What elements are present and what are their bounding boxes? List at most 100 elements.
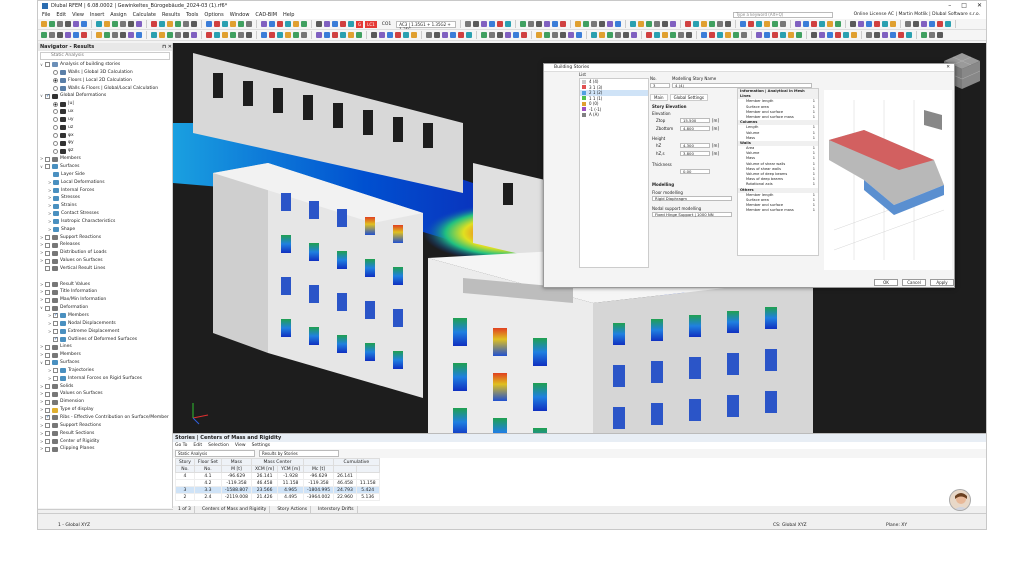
cancel-button[interactable]: Cancel bbox=[902, 279, 926, 286]
toolbar-tool-icon[interactable] bbox=[49, 21, 55, 27]
menu-item-options[interactable]: Options bbox=[204, 12, 223, 18]
nav-item[interactable]: >Members bbox=[38, 351, 172, 359]
toolbar-tool-icon[interactable] bbox=[756, 32, 762, 38]
nav-item[interactable]: > Values on Surfaces bbox=[38, 390, 172, 398]
toolbar-tool-icon[interactable] bbox=[269, 21, 275, 27]
tab-global-settings[interactable]: Global Settings bbox=[669, 94, 708, 101]
toolbar-tool-icon[interactable] bbox=[167, 32, 173, 38]
toolbar-tool-icon[interactable] bbox=[866, 21, 873, 27]
toolbar-tool-icon[interactable] bbox=[356, 32, 362, 38]
toolbar-tool-icon[interactable] bbox=[772, 21, 779, 27]
nav-item[interactable]: > Isotropic Characteristics bbox=[38, 218, 172, 226]
toolbar-tool-icon[interactable] bbox=[112, 32, 118, 38]
toolbar-tool-icon[interactable] bbox=[466, 32, 472, 38]
table-menu-settings[interactable]: Settings bbox=[252, 442, 270, 449]
checkbox[interactable] bbox=[45, 344, 50, 350]
toolbar-tool-icon[interactable] bbox=[261, 21, 267, 27]
toolbar-tool-icon[interactable] bbox=[921, 32, 927, 38]
toolbar-tool-icon[interactable] bbox=[222, 21, 228, 27]
nav-item[interactable]: Walls | Global 3D Calculation bbox=[38, 69, 172, 77]
toolbar-tool-icon[interactable] bbox=[599, 32, 605, 38]
bottom-tab[interactable]: Story Actions bbox=[274, 506, 312, 513]
toolbar-tool-icon[interactable] bbox=[780, 32, 786, 38]
toolbar-tool-icon[interactable] bbox=[756, 21, 763, 27]
checkbox[interactable] bbox=[53, 368, 58, 374]
toolbar-tool-icon[interactable] bbox=[709, 32, 715, 38]
analysis-select[interactable]: Static Analysis bbox=[40, 52, 170, 60]
menu-item-file[interactable]: File bbox=[42, 12, 50, 18]
checkbox[interactable] bbox=[45, 258, 50, 264]
toolbar-tool-icon[interactable] bbox=[654, 32, 660, 38]
menu-item-tools[interactable]: Tools bbox=[186, 12, 198, 18]
bottom-tab[interactable]: Interstory Drifts bbox=[315, 506, 358, 513]
toolbar-tool-icon[interactable] bbox=[387, 32, 393, 38]
toolbar-tool-icon[interactable] bbox=[348, 21, 354, 27]
toolbar-tool-icon[interactable] bbox=[890, 21, 897, 27]
nav-item[interactable]: > Nodal Displacements bbox=[38, 320, 172, 328]
pin-icon[interactable]: ⊓ ✕ bbox=[162, 43, 172, 51]
nav-item[interactable]: > Solids bbox=[38, 383, 172, 391]
toolbar-tool-icon[interactable] bbox=[717, 32, 723, 38]
toolbar-tool-icon[interactable] bbox=[112, 21, 118, 27]
nav-item[interactable]: > Center of Rigidity bbox=[38, 438, 172, 446]
toolbar-tool-icon[interactable] bbox=[261, 32, 267, 38]
nav-item[interactable]: > Support Reactions bbox=[38, 234, 172, 242]
ok-button[interactable]: OK bbox=[874, 279, 898, 286]
toolbar-tool-icon[interactable] bbox=[332, 21, 338, 27]
toolbar-tool-icon[interactable] bbox=[520, 21, 527, 27]
toolbar-tool-icon[interactable] bbox=[811, 32, 817, 38]
toolbar-tool-icon[interactable] bbox=[905, 21, 912, 27]
toolbar-tool-icon[interactable] bbox=[560, 21, 567, 27]
toolbar-tool-icon[interactable] bbox=[662, 32, 668, 38]
close-icon[interactable]: ✕ bbox=[977, 2, 982, 9]
toolbar-tool-icon[interactable] bbox=[403, 32, 409, 38]
toolbar-tool-icon[interactable] bbox=[921, 21, 928, 27]
nav-item[interactable]: > Local Deformations bbox=[38, 179, 172, 187]
toolbar-tool-icon[interactable] bbox=[898, 32, 904, 38]
toolbar-tool-icon[interactable] bbox=[740, 21, 747, 27]
nav-item[interactable]: > Extreme Displacement bbox=[38, 328, 172, 336]
toolbar-tool-icon[interactable] bbox=[293, 21, 299, 27]
toolbar-tool-icon[interactable] bbox=[411, 32, 417, 38]
toolbar-tool-icon[interactable] bbox=[191, 32, 197, 38]
toolbar-tool-icon[interactable] bbox=[521, 32, 527, 38]
toolbar-tool-icon[interactable] bbox=[544, 32, 550, 38]
toolbar-tool-icon[interactable] bbox=[277, 21, 283, 27]
toolbar-tool-icon[interactable] bbox=[81, 32, 87, 38]
search-input[interactable]: Type a keyword (Alt+Q) bbox=[733, 12, 833, 18]
toolbar-tool-icon[interactable] bbox=[858, 21, 865, 27]
support-modelling-select[interactable]: Fixed Hinge Support | 1000 NN bbox=[652, 212, 732, 217]
nav-item[interactable]: > Lines bbox=[38, 343, 172, 351]
toolbar-tool-icon[interactable] bbox=[850, 21, 857, 27]
nav-item[interactable]: > Title Information bbox=[38, 288, 172, 296]
toolbar-tool-icon[interactable] bbox=[136, 32, 142, 38]
nav-item[interactable]: > Shape bbox=[38, 226, 172, 234]
menu-item-window[interactable]: Window bbox=[230, 12, 250, 18]
toolbar-tool-icon[interactable] bbox=[167, 21, 173, 27]
toolbar-tool-icon[interactable] bbox=[623, 32, 629, 38]
checkbox[interactable] bbox=[45, 305, 50, 311]
toolbar-tool-icon[interactable] bbox=[73, 32, 79, 38]
checkbox[interactable] bbox=[53, 329, 58, 335]
toolbar-tool-icon[interactable] bbox=[819, 21, 826, 27]
toolbar-tool-icon[interactable] bbox=[536, 32, 542, 38]
nav-item[interactable]: ux bbox=[38, 108, 172, 116]
toolbar-tool-icon[interactable] bbox=[324, 32, 330, 38]
toolbar-tool-icon[interactable] bbox=[151, 32, 157, 38]
radio-button[interactable] bbox=[53, 85, 58, 91]
nav-item[interactable]: Outlines of Deformed Surfaces bbox=[38, 336, 172, 344]
nav-item[interactable]: φy bbox=[38, 139, 172, 147]
ztop-field[interactable]: 15.500 bbox=[680, 118, 710, 123]
toolbar-tool-icon[interactable] bbox=[638, 21, 645, 27]
toolbar-tool-icon[interactable] bbox=[285, 32, 291, 38]
toolbar-tool-icon[interactable] bbox=[57, 32, 63, 38]
toolbar-tool-icon[interactable] bbox=[552, 32, 558, 38]
toolbar-tool-icon[interactable] bbox=[913, 21, 920, 27]
nav-item[interactable]: ∨ Surfaces bbox=[38, 359, 172, 367]
checkbox[interactable] bbox=[45, 384, 50, 390]
nav-item[interactable]: > Type of display bbox=[38, 406, 172, 414]
toolbar-tool-icon[interactable] bbox=[615, 32, 621, 38]
nav-item[interactable]: ∨ Analysis of building stories bbox=[38, 61, 172, 69]
toolbar-tool-icon[interactable] bbox=[882, 21, 889, 27]
table-row[interactable]: 3 3.3 -1588.807 23.566 4.965 -1804.995 24.793 5… bbox=[175, 486, 380, 494]
